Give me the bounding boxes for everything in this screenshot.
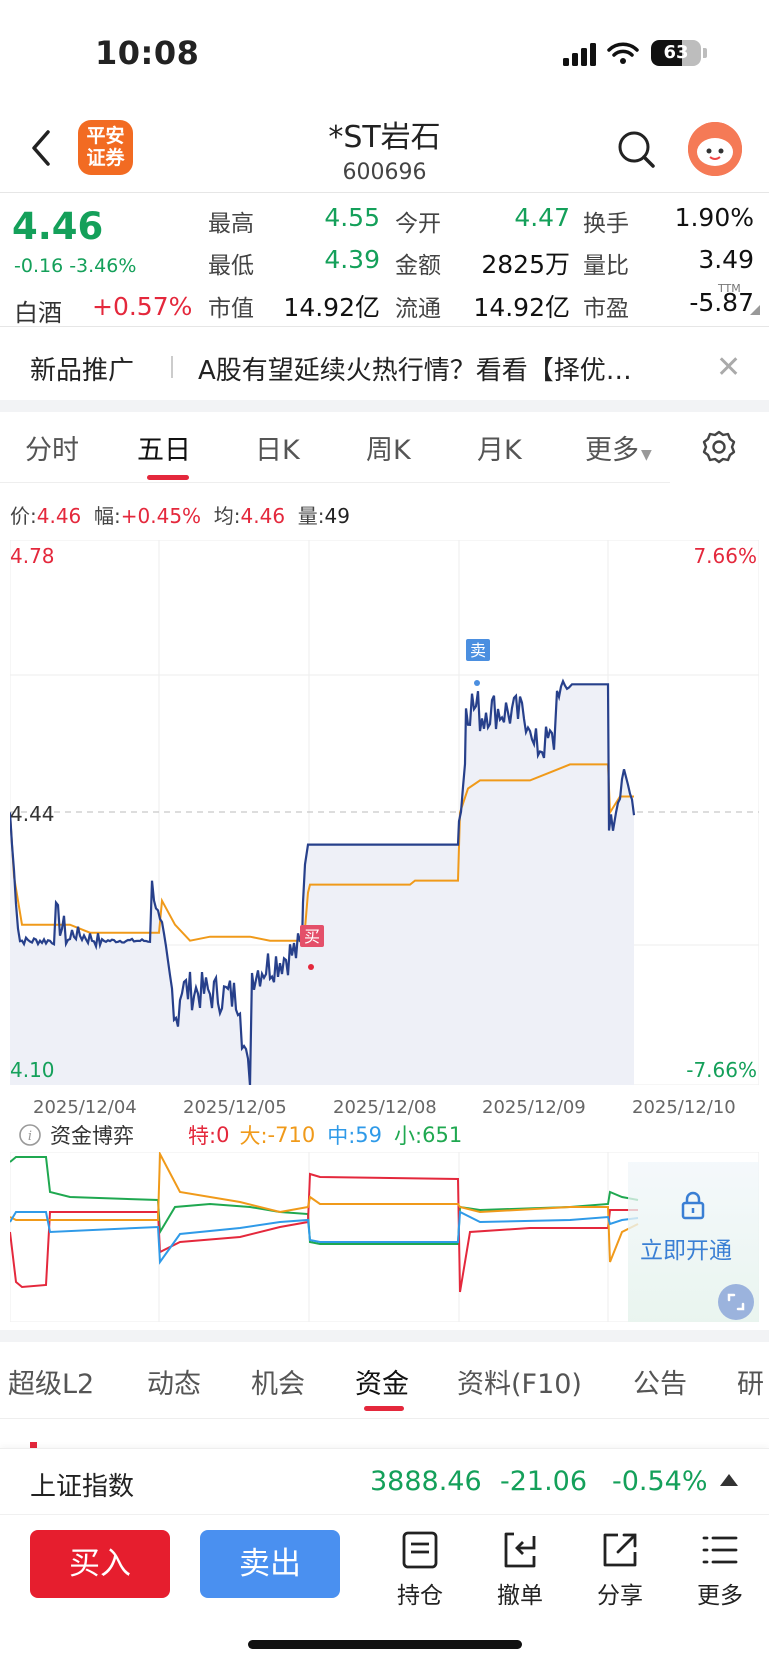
search-button[interactable] [615, 128, 659, 172]
share-button[interactable]: 分享 [580, 1530, 660, 1610]
signal-icon [563, 58, 569, 66]
sell-button[interactable]: 卖出 [200, 1530, 340, 1598]
subtab-f10[interactable]: 资料(F10) [457, 1362, 582, 1401]
quote-value: 4.55 [324, 203, 380, 232]
expand-quote-icon[interactable] [750, 305, 760, 315]
index-percent: -0.54% [612, 1466, 708, 1497]
subtab-news[interactable]: 动态 [147, 1362, 201, 1401]
special-order-line [10, 1172, 638, 1293]
quote-value: 4.47 [514, 203, 570, 232]
tab-more[interactable]: 更多 ▼ [585, 428, 652, 467]
gear-icon [702, 430, 736, 464]
date-label: 2025/12/05 [183, 1097, 287, 1118]
date-label: 2025/12/10 [632, 1097, 736, 1118]
wifi-icon [607, 42, 639, 64]
fullscreen-button[interactable] [718, 1284, 754, 1320]
promo-label: 新品推广 [30, 356, 135, 386]
date-label: 2025/12/04 [33, 1097, 137, 1118]
home-indicator [248, 1640, 522, 1649]
close-promo-icon[interactable]: ✕ [716, 350, 741, 385]
five-day-chart[interactable]: 卖 买 [10, 540, 759, 1085]
fund-flow-title: 资金博弈 [50, 1124, 134, 1148]
promo-text[interactable]: A股有望延续火热行情？看看【择优… [198, 350, 632, 387]
quote-value: 1.90% [674, 203, 754, 232]
pct-axis-top: 7.66% [693, 544, 757, 568]
date-label: 2025/12/08 [333, 1097, 437, 1118]
date-label: 2025/12/09 [482, 1097, 586, 1118]
crosshair-info: 价:4.46 幅:+0.45% 均:4.46 量:49 [10, 504, 350, 528]
subtab-funds[interactable]: 资金 [355, 1362, 409, 1401]
index-change: -21.06 [500, 1466, 588, 1497]
y-axis-bottom: 4.10 [10, 1058, 55, 1082]
subtab-underline [364, 1406, 404, 1411]
fund-flow-header: i 资金博弈 特: 0 大: -710 中: 59 小: 651 [10, 1120, 462, 1150]
status-time: 10:08 [95, 34, 200, 72]
sector-change: +0.57% [92, 292, 193, 321]
subtab-research[interactable]: 研 [737, 1362, 764, 1401]
tab-five-day[interactable]: 五日 [137, 428, 191, 467]
y-axis-mid: 4.44 [10, 802, 55, 826]
share-icon [603, 1533, 637, 1567]
y-axis-top: 4.78 [10, 544, 55, 568]
ttm-label: TTM [718, 282, 741, 295]
index-value: 3888.46 [370, 1466, 482, 1497]
search-icon [618, 131, 655, 168]
svg-text:卖: 卖 [470, 641, 486, 660]
current-price: 4.46 [12, 205, 104, 248]
quote-value: 14.92亿 [283, 293, 380, 322]
svg-text:i: i [28, 1129, 32, 1144]
document-icon [402, 1531, 438, 1569]
quote-value: 4.39 [324, 245, 380, 274]
chart-settings-button[interactable] [700, 428, 738, 466]
small-order-line [10, 1156, 639, 1245]
positions-button[interactable]: 持仓 [380, 1530, 460, 1610]
pct-axis-bottom: -7.66% [686, 1058, 757, 1082]
quote-value: 3.49 [698, 245, 754, 274]
price-area [10, 681, 634, 1085]
sector-name[interactable]: 白酒 [14, 293, 62, 328]
subtab-announcement[interactable]: 公告 [633, 1362, 687, 1401]
tab-daily-k[interactable]: 日K [255, 428, 300, 467]
tab-underline [147, 475, 189, 480]
svg-text:买: 买 [304, 927, 320, 946]
tab-weekly-k[interactable]: 周K [366, 428, 411, 467]
sell-marker: 卖 [466, 639, 490, 686]
mascot-icon [688, 122, 742, 176]
quote-value: 14.92亿 [473, 293, 570, 322]
expand-up-icon[interactable] [720, 1474, 738, 1486]
tab-intraday[interactable]: 分时 [25, 428, 79, 467]
large-order-line [10, 1152, 639, 1263]
dropdown-icon: ▼ [641, 447, 652, 463]
assistant-avatar[interactable] [688, 122, 742, 176]
expand-icon [727, 1293, 745, 1311]
cancel-order-button[interactable]: 撤单 [480, 1530, 560, 1610]
undo-icon [504, 1532, 536, 1568]
buy-button[interactable]: 买入 [30, 1530, 170, 1598]
index-name: 上证指数 [30, 1472, 135, 1502]
price-change: -0.16 -3.46% [14, 255, 137, 277]
subtab-level2[interactable]: 超级L2 [8, 1362, 94, 1401]
status-icons: 63 [563, 40, 707, 66]
quote-value: 2825万 [481, 250, 570, 279]
subtab-opportunity[interactable]: 机会 [251, 1362, 305, 1401]
info-icon[interactable]: i [18, 1123, 42, 1147]
more-button[interactable]: 更多 [680, 1530, 760, 1610]
menu-icon [702, 1536, 738, 1564]
unlock-button[interactable]: 立即开通 [640, 1231, 732, 1265]
battery-icon: 63 [651, 40, 701, 66]
lock-icon [681, 1191, 705, 1220]
tab-monthly-k[interactable]: 月K [477, 428, 522, 467]
